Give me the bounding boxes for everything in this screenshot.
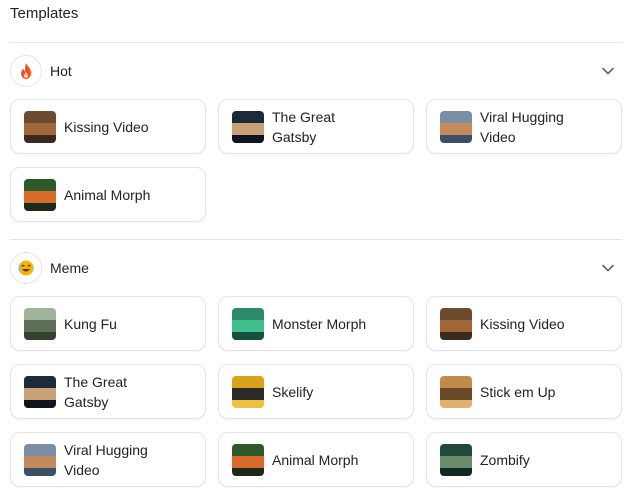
template-thumbnail (232, 443, 264, 476)
template-label: Animal Morph (64, 186, 151, 203)
section-header-hot[interactable]: Hot (10, 54, 622, 88)
template-thumbnail (232, 110, 264, 143)
divider (10, 42, 622, 43)
template-label: The Great Gatsby (272, 108, 336, 145)
template-card-kung-fu[interactable]: Kung Fu (10, 296, 206, 351)
template-label: Stick em Up (480, 383, 556, 400)
template-card-zombify[interactable]: Zombify (426, 432, 622, 487)
section-label: Meme (50, 260, 89, 276)
template-thumbnail (24, 443, 56, 476)
template-label: Viral Hugging Video (64, 441, 148, 478)
template-label: The Great Gatsby (64, 373, 128, 410)
template-thumbnail (24, 307, 56, 340)
template-thumbnail (232, 375, 264, 408)
chevron-down-icon[interactable] (600, 63, 616, 79)
section-header-meme[interactable]: Meme (10, 251, 622, 285)
template-label: Monster Morph (272, 315, 367, 332)
template-label: Animal Morph (272, 451, 359, 468)
laughing-emoji-icon (10, 252, 42, 284)
chevron-down-icon[interactable] (600, 260, 616, 276)
template-card-the-great-gatsby[interactable]: The Great Gatsby (10, 364, 206, 419)
template-card-stick-em-up[interactable]: Stick em Up (426, 364, 622, 419)
template-card-viral-hugging-video[interactable]: Viral Hugging Video (426, 99, 622, 154)
template-thumbnail (232, 307, 264, 340)
template-thumbnail (440, 443, 472, 476)
template-card-monster-morph[interactable]: Monster Morph (218, 296, 414, 351)
template-thumbnail (440, 110, 472, 143)
template-label: Kung Fu (64, 315, 117, 332)
template-thumbnail (440, 375, 472, 408)
template-label: Viral Hugging Video (480, 108, 564, 145)
template-label: Skelify (272, 383, 314, 400)
template-label: Kissing Video (480, 315, 565, 332)
divider (10, 239, 622, 240)
template-card-animal-morph[interactable]: Animal Morph (218, 432, 414, 487)
section-label: Hot (50, 63, 72, 79)
template-thumbnail (24, 375, 56, 408)
template-thumbnail (24, 178, 56, 211)
template-card-kissing-video[interactable]: Kissing Video (10, 99, 206, 154)
template-thumbnail (24, 110, 56, 143)
template-label: Kissing Video (64, 118, 149, 135)
fire-icon (10, 55, 42, 87)
template-label: Zombify (480, 451, 530, 468)
template-card-animal-morph[interactable]: Animal Morph (10, 167, 206, 222)
page-title: Templates (10, 5, 79, 22)
template-card-skelify[interactable]: Skelify (218, 364, 414, 419)
template-thumbnail (440, 307, 472, 340)
template-card-kissing-video[interactable]: Kissing Video (426, 296, 622, 351)
template-card-viral-hugging-video[interactable]: Viral Hugging Video (10, 432, 206, 487)
template-card-the-great-gatsby[interactable]: The Great Gatsby (218, 99, 414, 154)
